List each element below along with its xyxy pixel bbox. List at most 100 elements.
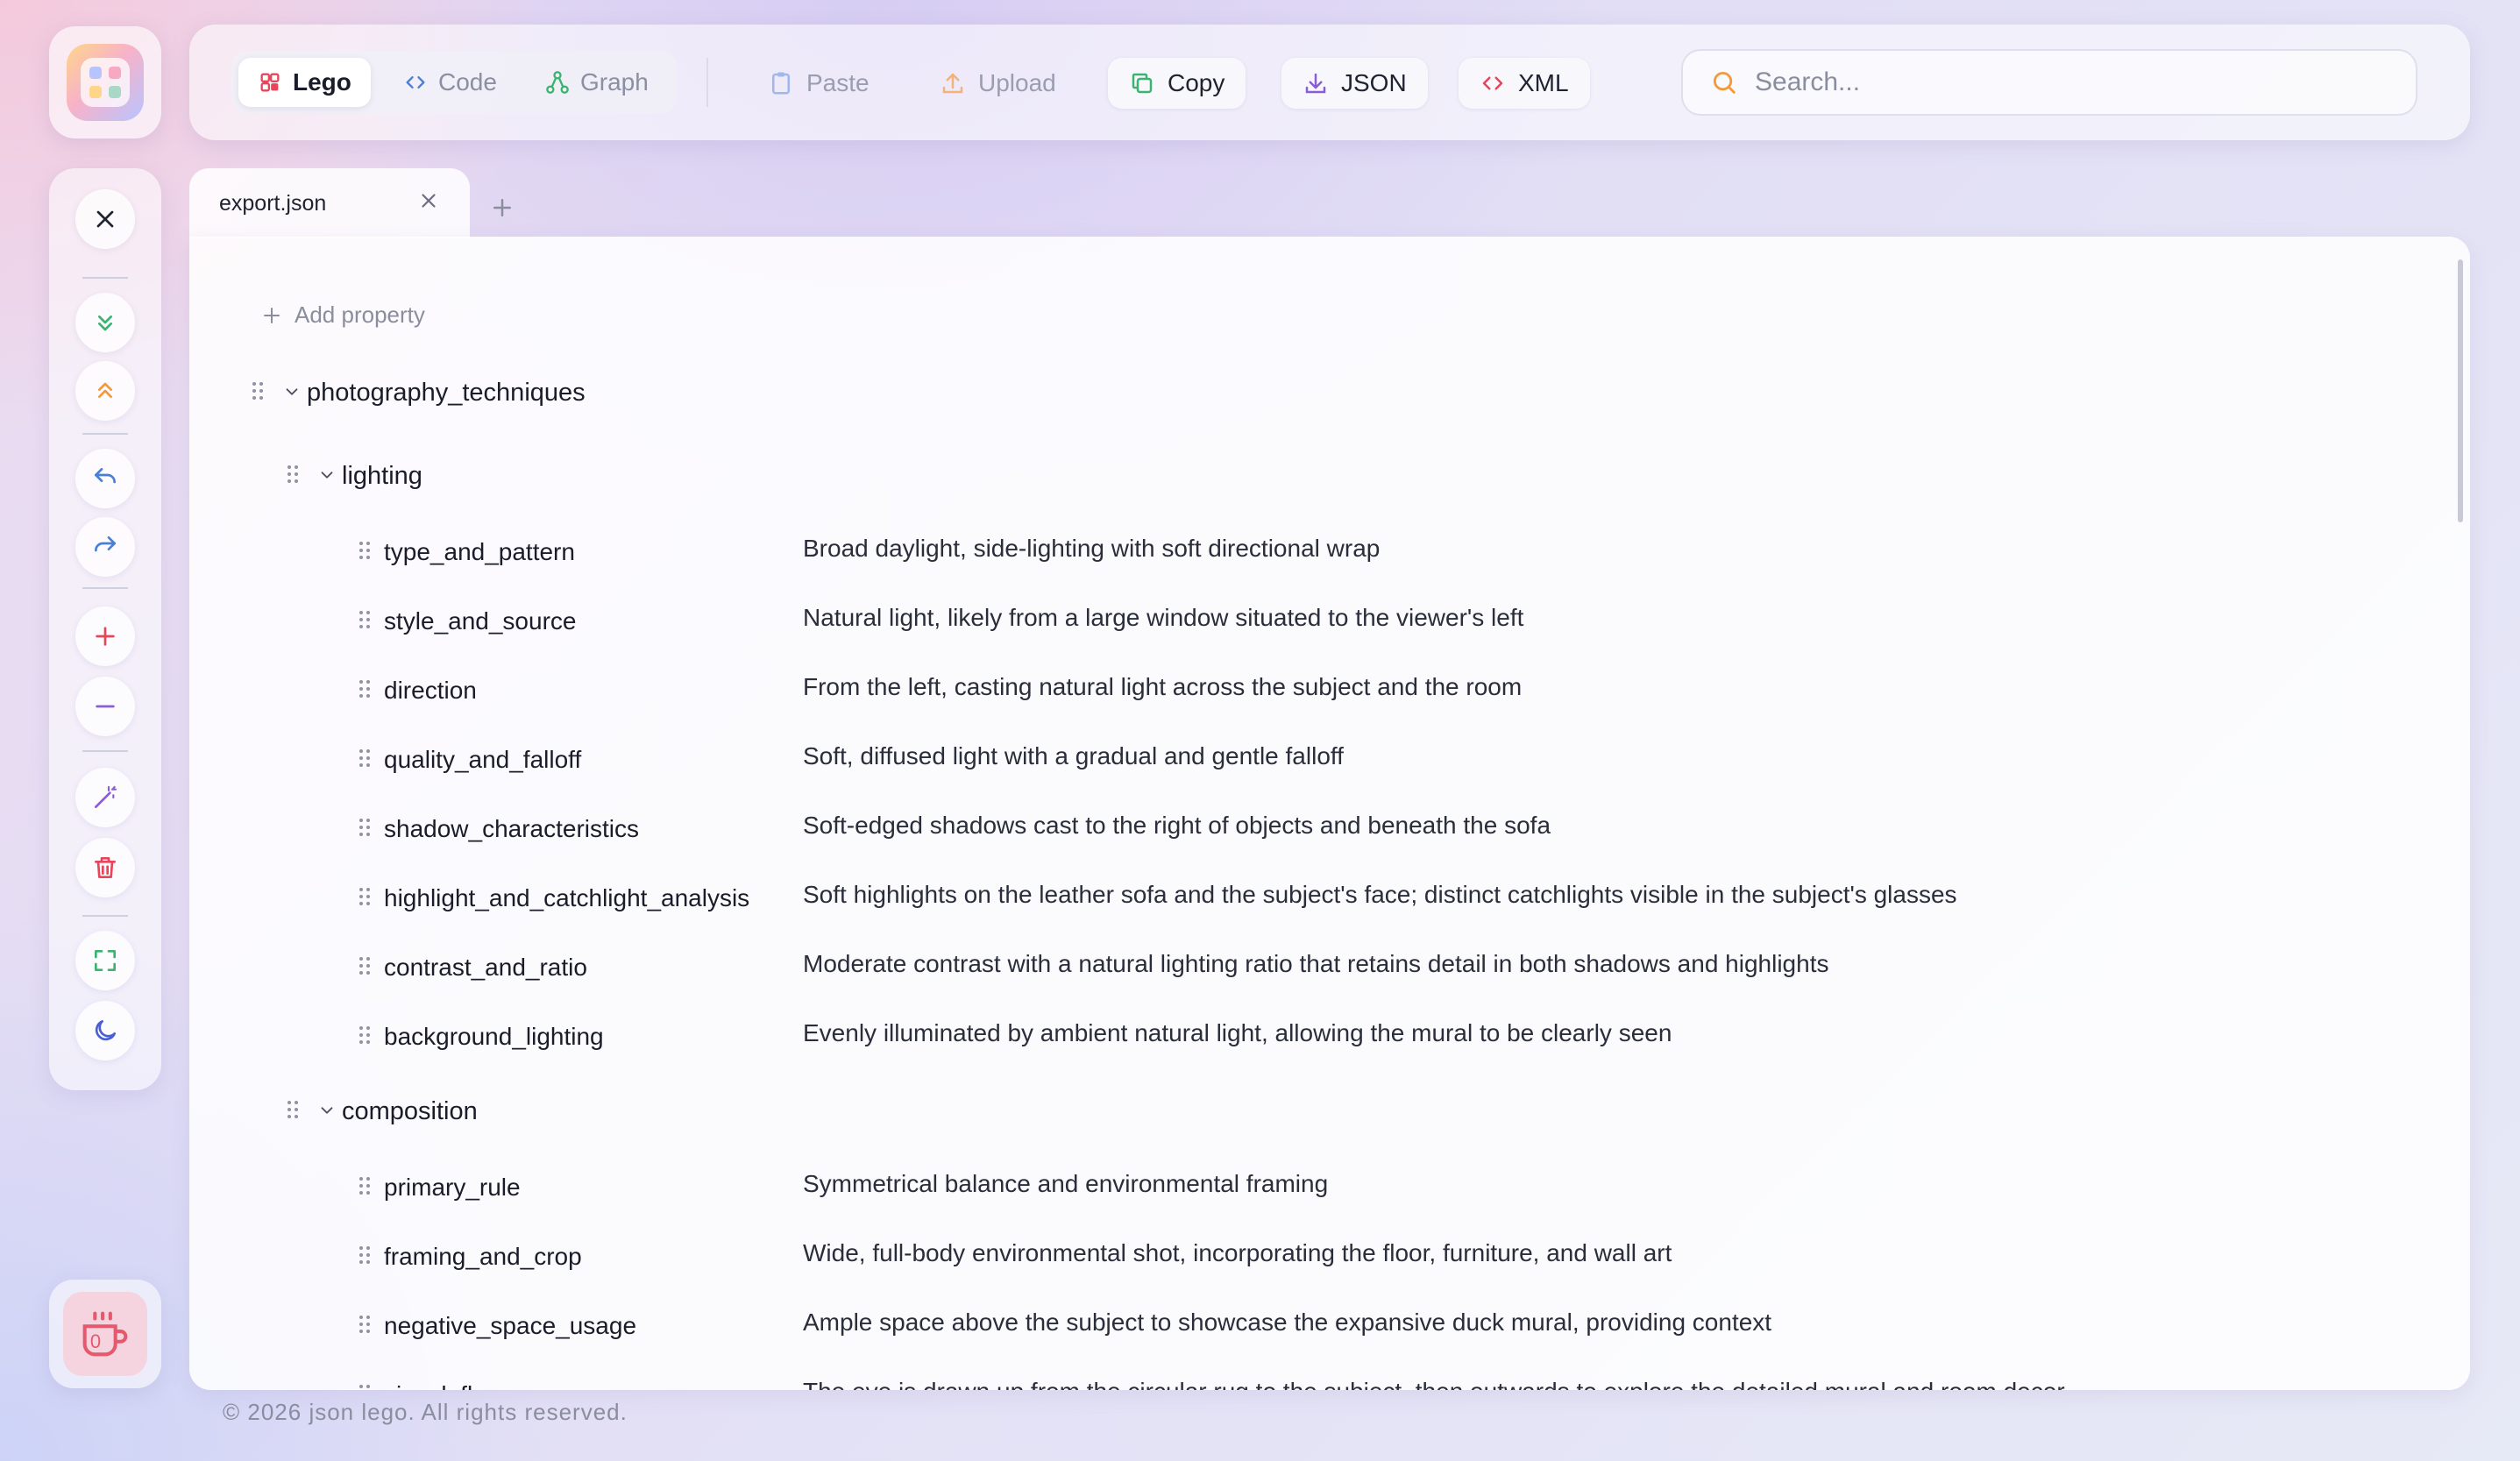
tree-key: visual_flow [384, 1381, 504, 1390]
tree-value[interactable]: Soft highlights on the leather sofa and … [803, 881, 1957, 909]
tree-value[interactable]: Broad daylight, side-lighting with soft … [803, 535, 1380, 563]
chevron-down-icon[interactable] [317, 1101, 337, 1120]
drag-handle-icon[interactable] [359, 957, 372, 978]
zoom-out-icon [96, 705, 115, 708]
tree-key: highlight_and_catchlight_analysis [384, 884, 750, 911]
drag-handle-icon[interactable] [359, 680, 372, 701]
add-property-button[interactable]: Add property [261, 301, 425, 329]
drag-handle-icon[interactable] [359, 1177, 372, 1198]
expand-all-icon [98, 316, 112, 331]
tree-key: type_and_pattern [384, 538, 575, 565]
fullscreen-button[interactable] [75, 931, 135, 990]
search-input[interactable] [1755, 67, 2368, 97]
close-icon [96, 210, 114, 228]
drag-handle-icon[interactable] [359, 819, 372, 840]
collapse-all-button[interactable] [75, 361, 135, 421]
json-tree-editor: Add property photography_techniques ligh… [189, 237, 2470, 1390]
lego-icon [260, 73, 280, 92]
plus-icon [264, 307, 280, 323]
download-json-icon [1305, 73, 1326, 94]
buy-coffee-button[interactable]: 0 [49, 1280, 161, 1388]
close-button[interactable] [75, 189, 135, 249]
tree-key: shadow_characteristics [384, 815, 640, 842]
top-toolbar: Lego Code Graph Paste Upload Copy JSON X… [189, 25, 2470, 140]
xml-icon [1482, 76, 1503, 90]
chevron-down-icon[interactable] [317, 465, 337, 485]
tree-value[interactable]: Natural light, likely from a large windo… [803, 604, 1523, 632]
tree-value[interactable]: The eye is drawn up from the circular ru… [803, 1378, 2065, 1390]
code-icon [406, 76, 425, 89]
moon-icon [95, 1020, 116, 1041]
new-tab-icon[interactable] [489, 195, 515, 221]
upload-icon [942, 73, 963, 94]
drag-handle-icon[interactable] [252, 382, 265, 403]
tree-value[interactable]: Symmetrical balance and environmental fr… [803, 1170, 1328, 1198]
view-mode-switcher: Lego Code Graph [231, 51, 677, 114]
drag-handle-icon[interactable] [359, 1385, 372, 1390]
drag-handle-icon[interactable] [359, 1246, 372, 1267]
tree-key: direction [384, 677, 477, 704]
delete-button[interactable] [75, 838, 135, 897]
tree-value[interactable]: Moderate contrast with a natural lightin… [803, 950, 1828, 978]
tree-value[interactable]: Ample space above the subject to showcas… [803, 1309, 1771, 1337]
undo-icon [95, 468, 116, 484]
tree-key: photography_techniques [307, 379, 586, 407]
mode-graph-label: Graph [580, 68, 649, 96]
drag-handle-icon[interactable] [359, 542, 372, 563]
tree-value[interactable]: From the left, casting natural light acr… [803, 673, 1522, 701]
undo-button[interactable] [75, 449, 135, 508]
drag-handle-icon[interactable] [359, 749, 372, 770]
copy-icon [1132, 73, 1153, 94]
download-xml-button[interactable]: XML [1459, 58, 1590, 109]
mode-graph-button[interactable]: Graph [526, 58, 668, 107]
upload-button[interactable]: Upload [919, 58, 1077, 109]
zoom-out-button[interactable] [75, 677, 135, 736]
redo-button[interactable] [75, 517, 135, 577]
vertical-scrollbar[interactable] [2458, 259, 2463, 522]
tree-value[interactable]: Soft-edged shadows cast to the right of … [803, 812, 1551, 840]
tab-close-icon[interactable] [417, 189, 440, 212]
drag-handle-icon[interactable] [287, 465, 300, 486]
expand-all-button[interactable] [75, 293, 135, 352]
redo-icon [95, 536, 116, 552]
copy-label: Copy [1168, 69, 1225, 96]
collapse-all-icon [98, 382, 112, 398]
tree-value[interactable]: Wide, full-body environmental shot, inco… [803, 1239, 1672, 1267]
trash-icon [95, 857, 116, 878]
mode-lego-button[interactable]: Lego [238, 58, 371, 107]
coffee-count: 0 [89, 1330, 102, 1352]
search-box [1681, 49, 2417, 116]
upload-label: Upload [978, 69, 1056, 96]
drag-handle-icon[interactable] [359, 1316, 372, 1337]
download-json-button[interactable]: JSON [1281, 58, 1428, 109]
drag-handle-icon[interactable] [359, 611, 372, 632]
footer-copyright: © 2026 json lego. All rights reserved. [223, 1399, 628, 1425]
tree-value[interactable]: Evenly illuminated by ambient natural li… [803, 1019, 1672, 1047]
graph-icon [546, 71, 569, 94]
drag-handle-icon[interactable] [359, 1026, 372, 1047]
mode-code-button[interactable]: Code [384, 58, 516, 107]
paste-icon [772, 72, 790, 95]
tab-export-json[interactable]: export.json [189, 168, 470, 238]
mode-code-label: Code [438, 68, 497, 96]
logo-icon [67, 44, 144, 121]
tree-key: style_and_source [384, 607, 577, 635]
paste-label: Paste [806, 69, 870, 96]
tree-key: framing_and_crop [384, 1243, 582, 1270]
paste-button[interactable]: Paste [747, 58, 891, 109]
magic-wand-icon [95, 785, 117, 808]
tab-label: export.json [219, 190, 327, 216]
add-property-label: Add property [295, 301, 425, 328]
fullscreen-icon [95, 950, 116, 971]
tree-value[interactable]: Soft, diffused light with a gradual and … [803, 742, 1344, 770]
copy-button[interactable]: Copy [1108, 58, 1246, 109]
drag-handle-icon[interactable] [287, 1101, 300, 1122]
dark-mode-toggle[interactable] [75, 1001, 135, 1060]
magic-format-button[interactable] [75, 768, 135, 827]
search-icon [1713, 71, 1736, 94]
drag-handle-icon[interactable] [359, 888, 372, 909]
tree-key: negative_space_usage [384, 1312, 637, 1339]
chevron-down-icon[interactable] [282, 382, 302, 401]
download-xml-label: XML [1518, 69, 1569, 96]
zoom-in-button[interactable] [75, 606, 135, 666]
